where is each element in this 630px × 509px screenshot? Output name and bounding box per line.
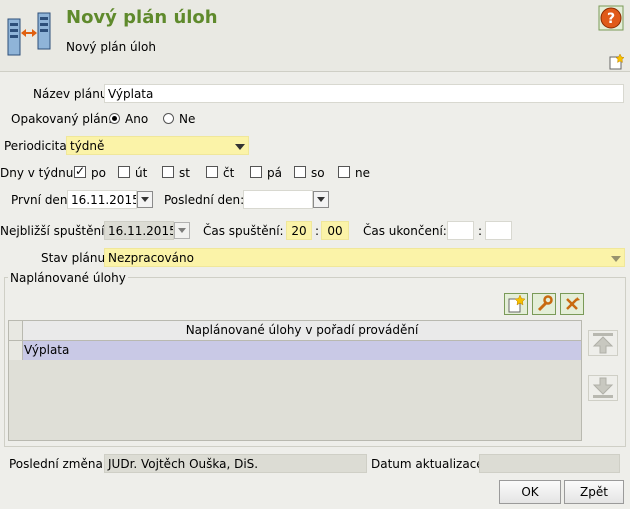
help-icon[interactable]: ? <box>598 5 624 31</box>
end-hour-input[interactable] <box>447 221 474 240</box>
next-run-input: 16.11.2015 <box>104 221 174 240</box>
periodicity-select[interactable]: týdně <box>66 136 249 155</box>
new-document-icon[interactable] <box>608 54 624 70</box>
scheduled-tasks-group-label: Naplánované úlohy <box>8 271 128 285</box>
day-ct-checkbox[interactable] <box>206 166 218 178</box>
first-day-input[interactable]: 16.11.2015 <box>67 190 137 209</box>
day-st-checkbox[interactable] <box>162 166 174 178</box>
page-title: Nový plán úloh <box>66 7 218 28</box>
day-so-checkbox[interactable] <box>294 166 306 178</box>
plan-status-chevron-down-icon <box>611 256 621 262</box>
svg-text:?: ? <box>607 11 615 27</box>
plan-name-input[interactable]: Výplata <box>104 84 624 103</box>
end-time-separator: : <box>478 224 483 238</box>
tasks-table: Naplánované úlohy v pořadí provádění Výp… <box>8 320 582 441</box>
header: Nový plán úloh Nový plán úloh ? <box>0 0 630 72</box>
move-up-button[interactable] <box>588 330 618 356</box>
table-row[interactable]: Výplata <box>23 341 581 360</box>
repeat-yes-label: Ano <box>125 112 149 126</box>
move-down-button[interactable] <box>588 375 618 401</box>
back-button[interactable]: Zpět <box>564 480 624 504</box>
last-day-label: Poslední den: <box>164 193 245 207</box>
update-date-value <box>479 454 620 473</box>
repeat-yes-radio[interactable] <box>109 113 120 124</box>
wrench-icon <box>537 295 553 312</box>
edit-task-button[interactable] <box>532 293 556 315</box>
add-task-button[interactable] <box>504 293 528 315</box>
delete-task-icon <box>566 297 580 310</box>
move-to-bottom-icon <box>592 377 614 398</box>
day-ut-checkbox[interactable] <box>118 166 130 178</box>
repeat-plan-label: Opakovaný plán: <box>11 112 113 126</box>
new-task-icon <box>508 295 525 313</box>
move-to-top-icon <box>592 333 614 354</box>
plan-status-select[interactable]: Nezpracováno <box>104 248 625 267</box>
day-pa-checkbox[interactable] <box>250 166 262 178</box>
table-column-header[interactable]: Naplánované úlohy v pořadí provádění <box>23 321 581 341</box>
end-time-label: Čas ukončení: <box>363 224 447 238</box>
end-minute-input[interactable] <box>485 221 512 240</box>
first-day-dropdown-button[interactable] <box>137 191 153 208</box>
plan-status-label: Stav plánu: <box>41 251 110 265</box>
first-day-label: První den: <box>11 193 72 207</box>
start-time-label: Čas spuštění: <box>203 224 284 238</box>
periodicity-chevron-down-icon[interactable] <box>235 144 245 150</box>
repeat-no-label: Ne <box>179 112 196 126</box>
day-ne-label: ne <box>355 166 370 180</box>
start-hour-input[interactable]: 20 <box>286 221 312 240</box>
table-corner <box>9 321 23 341</box>
last-change-label: Poslední změna: <box>9 457 107 471</box>
day-po-checkbox[interactable] <box>74 164 86 178</box>
day-pa-label: pá <box>267 166 282 180</box>
row-selector[interactable] <box>9 341 23 360</box>
day-ut-label: út <box>135 166 148 180</box>
next-run-dropdown-button <box>174 222 190 239</box>
servers-transfer-icon <box>7 12 51 56</box>
day-ne-checkbox[interactable] <box>338 166 350 178</box>
day-po-label: po <box>91 166 106 180</box>
last-day-input[interactable] <box>243 190 313 209</box>
weekdays-label: Dny v týdnu: <box>0 166 78 180</box>
update-date-label: Datum aktualizace: <box>371 457 488 471</box>
day-ct-label: čt <box>223 166 235 180</box>
last-change-value: JUDr. Vojtěch Ouška, DiS. <box>104 454 367 473</box>
periodicity-label: Periodicita: <box>4 139 71 153</box>
last-day-dropdown-button[interactable] <box>313 191 329 208</box>
ok-button[interactable]: OK <box>499 480 561 504</box>
next-run-label: Nejbližší spuštění: <box>0 224 109 238</box>
day-st-label: st <box>179 166 190 180</box>
repeat-no-radio[interactable] <box>163 113 174 124</box>
page-subtitle: Nový plán úloh <box>66 40 156 54</box>
remove-task-button[interactable] <box>560 293 584 315</box>
start-time-separator: : <box>315 224 320 238</box>
plan-name-label: Název plánu: <box>33 87 112 101</box>
start-minute-input[interactable]: 00 <box>321 221 349 240</box>
day-so-label: so <box>311 166 325 180</box>
